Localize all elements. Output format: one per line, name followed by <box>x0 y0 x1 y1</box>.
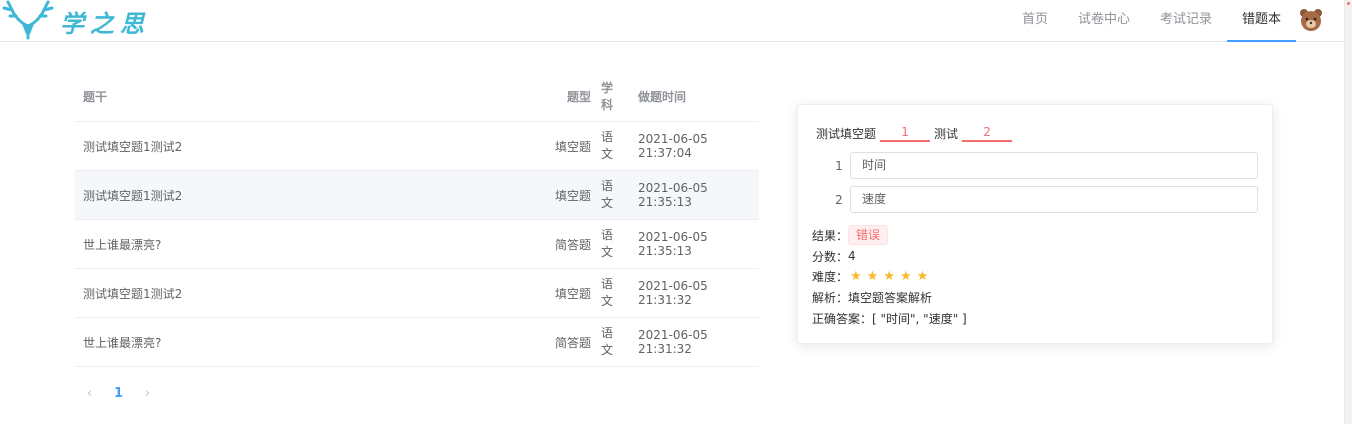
star-icon: ★ <box>916 268 929 284</box>
difficulty-line: 难度： ★ ★ ★ ★ ★ <box>812 266 933 286</box>
nav-paper-center[interactable]: 试卷中心 <box>1063 0 1145 42</box>
table-row[interactable]: 测试填空题1测试2 填空题 语文 2021-06-05 21:35:13 <box>75 171 759 220</box>
analysis-line: 解析： 填空题答案解析 <box>812 287 932 307</box>
next-page-icon[interactable]: › <box>133 386 162 401</box>
cell-time: 2021-06-05 21:37:04 <box>638 132 708 160</box>
cell-subject: 语文 <box>600 130 613 161</box>
cell-subject: 语文 <box>600 179 613 210</box>
result-line: 结果： 错误 <box>812 225 889 245</box>
score-label: 分数： <box>812 249 849 264</box>
nav-exam-records[interactable]: 考试记录 <box>1145 0 1227 42</box>
difficulty-label: 难度： <box>812 269 849 284</box>
result-tag: 错误 <box>848 225 889 245</box>
column-header-type: 题型 <box>566 90 591 104</box>
table-row[interactable]: 测试填空题1测试2 填空题 语文 2021-06-05 21:31:32 <box>75 269 759 318</box>
avatar[interactable] <box>1298 7 1324 33</box>
answer-row: 1 时间 <box>828 152 1258 179</box>
column-header-time: 做题时间 <box>638 90 687 104</box>
cell-type: 简答题 <box>554 237 591 252</box>
answer-input[interactable]: 速度 <box>850 186 1258 213</box>
cell-subject: 语文 <box>600 228 613 259</box>
cell-stem: 测试填空题1测试2 <box>83 188 183 203</box>
table-row[interactable]: 世上谁最漂亮? 简答题 语文 2021-06-05 21:35:13 <box>75 220 759 269</box>
prev-page-icon[interactable]: ‹ <box>75 386 104 401</box>
correct-answer-value: [ "时间", "速度" ] <box>872 311 967 326</box>
cell-stem: 世上谁最漂亮? <box>83 335 162 350</box>
answer-row: 2 速度 <box>828 186 1258 213</box>
cell-time: 2021-06-05 21:35:13 <box>638 181 708 209</box>
nav-wrong-questions[interactable]: 错题本 <box>1226 0 1296 42</box>
pagination: ‹ 1 › <box>75 382 162 404</box>
correct-answer-line: 正确答案： [ "时间", "速度" ] <box>812 308 967 328</box>
top-header: 学之思 首页 试卷中心 考试记录 错题本 <box>0 0 1344 42</box>
cell-stem: 测试填空题1测试2 <box>83 286 183 301</box>
difficulty-rating: ★ ★ ★ ★ ★ <box>850 269 933 284</box>
column-header-stem: 题干 <box>83 90 108 104</box>
cell-type: 填空题 <box>554 188 591 203</box>
column-header-subject: 学科 <box>600 80 613 112</box>
page-number-current[interactable]: 1 <box>104 386 133 401</box>
wrong-question-table: 题干 题型 学科 做题时间 测试填空题1测试2 填空题 语文 2021-06-0… <box>75 72 759 367</box>
answer-number: 1 <box>835 158 843 173</box>
question-blank-1: 1 <box>880 124 931 142</box>
question-part-1: 测试填空题 <box>816 127 877 141</box>
cell-subject: 语文 <box>600 277 613 308</box>
question-detail-card: 测试填空题 1 测试 2 1 时间 2 速度 结果： 错误 分数： 4 难度： … <box>797 104 1273 344</box>
star-icon: ★ <box>883 268 895 284</box>
star-icon: ★ <box>850 268 862 284</box>
score-value: 4 <box>848 249 856 263</box>
question-text: 测试填空题 1 测试 2 <box>816 124 1016 142</box>
logo-text: 学之思 <box>60 8 150 38</box>
answer-input[interactable]: 时间 <box>850 152 1258 179</box>
star-icon: ★ <box>866 268 879 284</box>
cell-time: 2021-06-05 21:35:13 <box>638 230 708 258</box>
cell-time: 2021-06-05 21:31:32 <box>638 328 708 356</box>
cell-type: 填空题 <box>554 286 591 301</box>
notification-dot <box>1347 2 1350 5</box>
question-part-2: 测试 <box>934 127 959 141</box>
cell-type: 填空题 <box>554 139 591 154</box>
correct-answer-label: 正确答案： <box>812 311 873 326</box>
star-icon: ★ <box>899 268 912 284</box>
analysis-label: 解析： <box>812 290 849 305</box>
score-line: 分数： 4 <box>812 246 856 266</box>
result-label: 结果： <box>812 228 849 243</box>
cell-type: 简答题 <box>554 335 591 350</box>
analysis-value: 填空题答案解析 <box>848 290 933 305</box>
cell-subject: 语文 <box>600 326 613 357</box>
cell-time: 2021-06-05 21:31:32 <box>638 279 708 307</box>
deer-logo-icon <box>2 0 54 40</box>
question-blank-2: 2 <box>962 124 1013 142</box>
answer-number: 2 <box>835 192 843 207</box>
top-nav: 首页 试卷中心 考试记录 错题本 <box>1007 0 1296 42</box>
table-row[interactable]: 世上谁最漂亮? 简答题 语文 2021-06-05 21:31:32 <box>75 318 759 367</box>
nav-home[interactable]: 首页 <box>1007 0 1063 42</box>
table-header: 题干 题型 学科 做题时间 <box>75 72 759 122</box>
logo[interactable]: 学之思 <box>2 0 150 40</box>
page-scrollbar[interactable] <box>1344 0 1352 424</box>
cell-stem: 世上谁最漂亮? <box>83 237 162 252</box>
table-row[interactable]: 测试填空题1测试2 填空题 语文 2021-06-05 21:37:04 <box>75 122 759 171</box>
cell-stem: 测试填空题1测试2 <box>83 139 183 154</box>
